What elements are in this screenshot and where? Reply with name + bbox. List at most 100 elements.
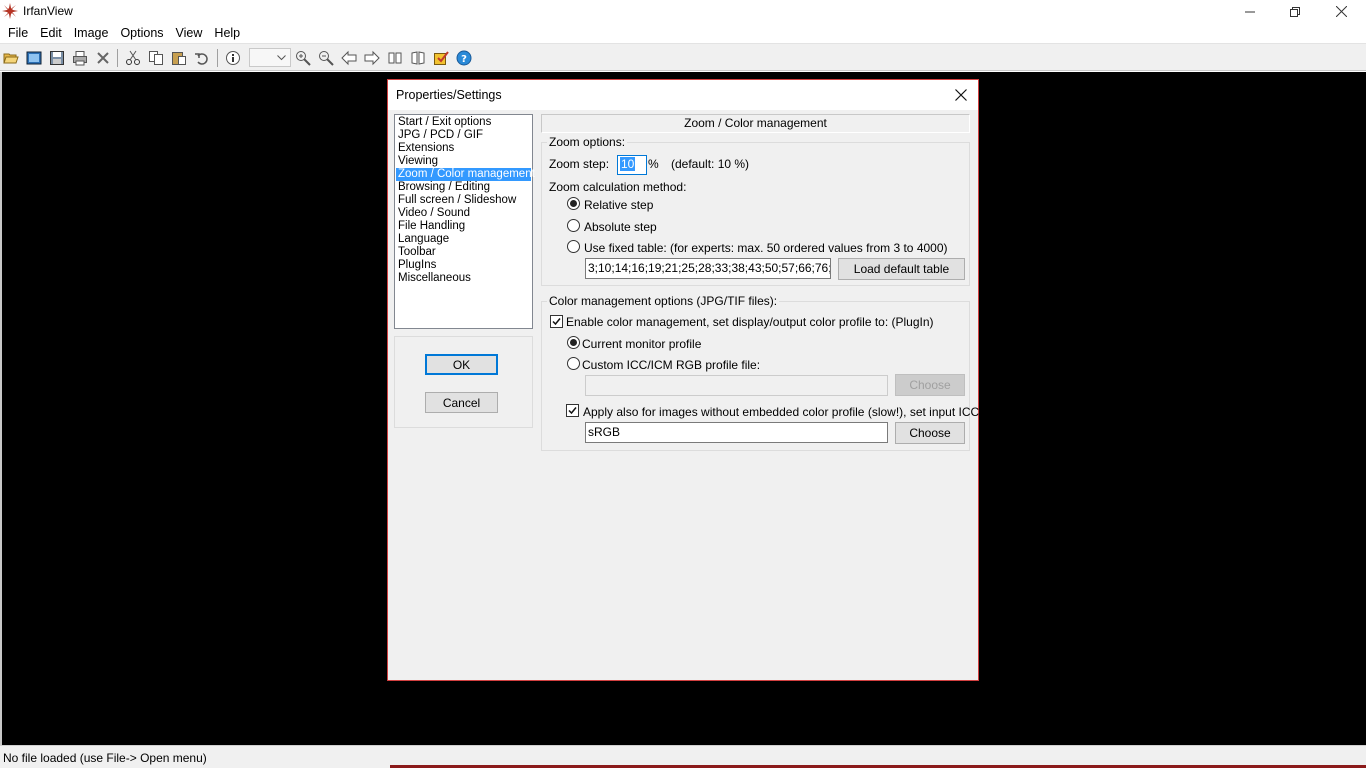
input-icc-profile-input[interactable]: sRGB [585, 422, 888, 443]
irfanview-logo-icon [2, 3, 18, 19]
last-page-icon [411, 51, 425, 65]
open-button[interactable] [1, 48, 21, 68]
fixed-table-label[interactable]: Use fixed table: (for experts: max. 50 o… [584, 241, 948, 255]
menu-view[interactable]: View [170, 23, 209, 43]
copy-icon [149, 51, 163, 65]
category-zoom-color[interactable]: Zoom / Color management [396, 168, 535, 181]
help-button[interactable]: ? [454, 48, 474, 68]
menu-edit[interactable]: Edit [34, 23, 68, 43]
restore-button[interactable] [1272, 0, 1318, 23]
print-button[interactable] [70, 48, 90, 68]
zoom-in-icon [296, 51, 311, 66]
enable-color-management-checkbox[interactable] [550, 315, 563, 328]
title-bar: IrfanView [0, 0, 1366, 23]
info-icon [226, 51, 240, 65]
zoom-out-button[interactable] [316, 48, 336, 68]
cut-icon [126, 50, 140, 65]
ok-button[interactable]: OK [425, 354, 498, 375]
status-text: No file loaded (use File-> Open menu) [3, 751, 207, 765]
delete-button[interactable] [93, 48, 113, 68]
toolbar: ? [0, 43, 1366, 71]
category-video-sound[interactable]: Video / Sound [395, 207, 532, 220]
previous-button[interactable] [339, 48, 359, 68]
open-folder-icon [3, 53, 19, 64]
category-miscellaneous[interactable]: Miscellaneous [395, 272, 532, 285]
dialog-titlebar[interactable]: Properties/Settings [388, 80, 978, 110]
category-plugins[interactable]: PlugIns [395, 259, 532, 272]
custom-profile-path-input[interactable] [585, 375, 888, 396]
zoom-in-button[interactable] [293, 48, 313, 68]
zoom-step-input[interactable]: 10 [617, 155, 647, 175]
zoom-percent-label: % [648, 157, 659, 171]
cancel-button[interactable]: Cancel [425, 392, 498, 413]
color-management-label: Color management options (JPG/TIF files)… [547, 294, 780, 308]
page-title: Zoom / Color management [541, 114, 970, 133]
category-browsing-editing[interactable]: Browsing / Editing [395, 181, 532, 194]
category-viewing[interactable]: Viewing [395, 155, 532, 168]
category-start-exit[interactable]: Start / Exit options [395, 116, 532, 129]
category-jpg-pcd-gif[interactable]: JPG / PCD / GIF [395, 129, 532, 142]
delete-icon [97, 52, 109, 64]
undo-button[interactable] [192, 48, 212, 68]
save-button[interactable] [47, 48, 67, 68]
properties-dialog: Properties/Settings Start / Exit options… [387, 79, 1019, 681]
window-title: IrfanView [23, 4, 73, 18]
checkmark-icon [552, 318, 561, 326]
restore-icon [1290, 6, 1300, 17]
custom-icc-profile-label[interactable]: Custom ICC/ICM RGB profile file: [582, 358, 760, 372]
previous-icon [341, 50, 357, 66]
fixed-table-input[interactable]: 3;10;14;16;19;21;25;28;33;38;43;50;57;66… [585, 258, 831, 279]
category-file-handling[interactable]: File Handling [395, 220, 532, 233]
close-window-button[interactable] [1318, 0, 1364, 23]
checkmark-icon [568, 407, 577, 415]
first-page-icon [388, 52, 402, 64]
enable-color-management-label[interactable]: Enable color management, set display/out… [566, 315, 934, 329]
category-list[interactable]: Start / Exit options JPG / PCD / GIF Ext… [394, 114, 535, 329]
paste-button[interactable] [169, 48, 189, 68]
relative-step-label[interactable]: Relative step [584, 198, 653, 212]
zoom-out-icon [319, 51, 334, 66]
last-page-button[interactable] [408, 48, 428, 68]
absolute-step-label[interactable]: Absolute step [584, 220, 657, 234]
menu-image[interactable]: Image [68, 23, 115, 43]
cut-button[interactable] [123, 48, 143, 68]
minimize-button[interactable] [1227, 0, 1273, 23]
category-fullscreen-slideshow[interactable]: Full screen / Slideshow [395, 194, 532, 207]
dialog-close-button[interactable] [948, 83, 974, 107]
first-page-button[interactable] [385, 48, 405, 68]
copy-button[interactable] [146, 48, 166, 68]
menu-options[interactable]: Options [114, 23, 169, 43]
close-icon [955, 89, 967, 101]
apply-without-profile-checkbox[interactable] [566, 404, 579, 417]
menu-file[interactable]: File [2, 23, 34, 43]
choose-custom-profile-button[interactable]: Choose [895, 374, 965, 396]
choose-input-profile-button[interactable]: Choose [895, 422, 965, 444]
next-icon [364, 50, 380, 66]
svg-text:?: ? [461, 54, 467, 65]
zoom-step-value: 10 [620, 157, 636, 171]
current-monitor-profile-label[interactable]: Current monitor profile [582, 337, 701, 351]
minimize-icon [1245, 11, 1255, 12]
next-button[interactable] [362, 48, 382, 68]
category-extensions[interactable]: Extensions [395, 142, 532, 155]
print-icon [73, 51, 87, 66]
absolute-step-radio[interactable] [567, 219, 580, 232]
paint-icon [434, 51, 449, 65]
slideshow-button[interactable] [24, 48, 44, 68]
chevron-down-icon [277, 55, 286, 61]
current-monitor-profile-radio[interactable] [567, 336, 580, 349]
apply-without-profile-label[interactable]: Apply also for images without embedded c… [583, 405, 1019, 419]
category-language[interactable]: Language [395, 233, 532, 246]
dialog-title: Properties/Settings [396, 88, 502, 102]
info-button[interactable] [223, 48, 243, 68]
menu-help[interactable]: Help [208, 23, 246, 43]
custom-icc-profile-radio[interactable] [567, 357, 580, 370]
zoom-default-note: (default: 10 %) [671, 157, 750, 171]
paint-button[interactable] [431, 48, 451, 68]
category-toolbar[interactable]: Toolbar [395, 246, 532, 259]
relative-step-radio[interactable] [567, 197, 580, 210]
fixed-table-radio[interactable] [567, 240, 580, 253]
load-default-table-button[interactable]: Load default table [838, 258, 965, 280]
zoom-combo[interactable] [249, 48, 291, 67]
dialog-button-group: OK Cancel [394, 336, 533, 428]
